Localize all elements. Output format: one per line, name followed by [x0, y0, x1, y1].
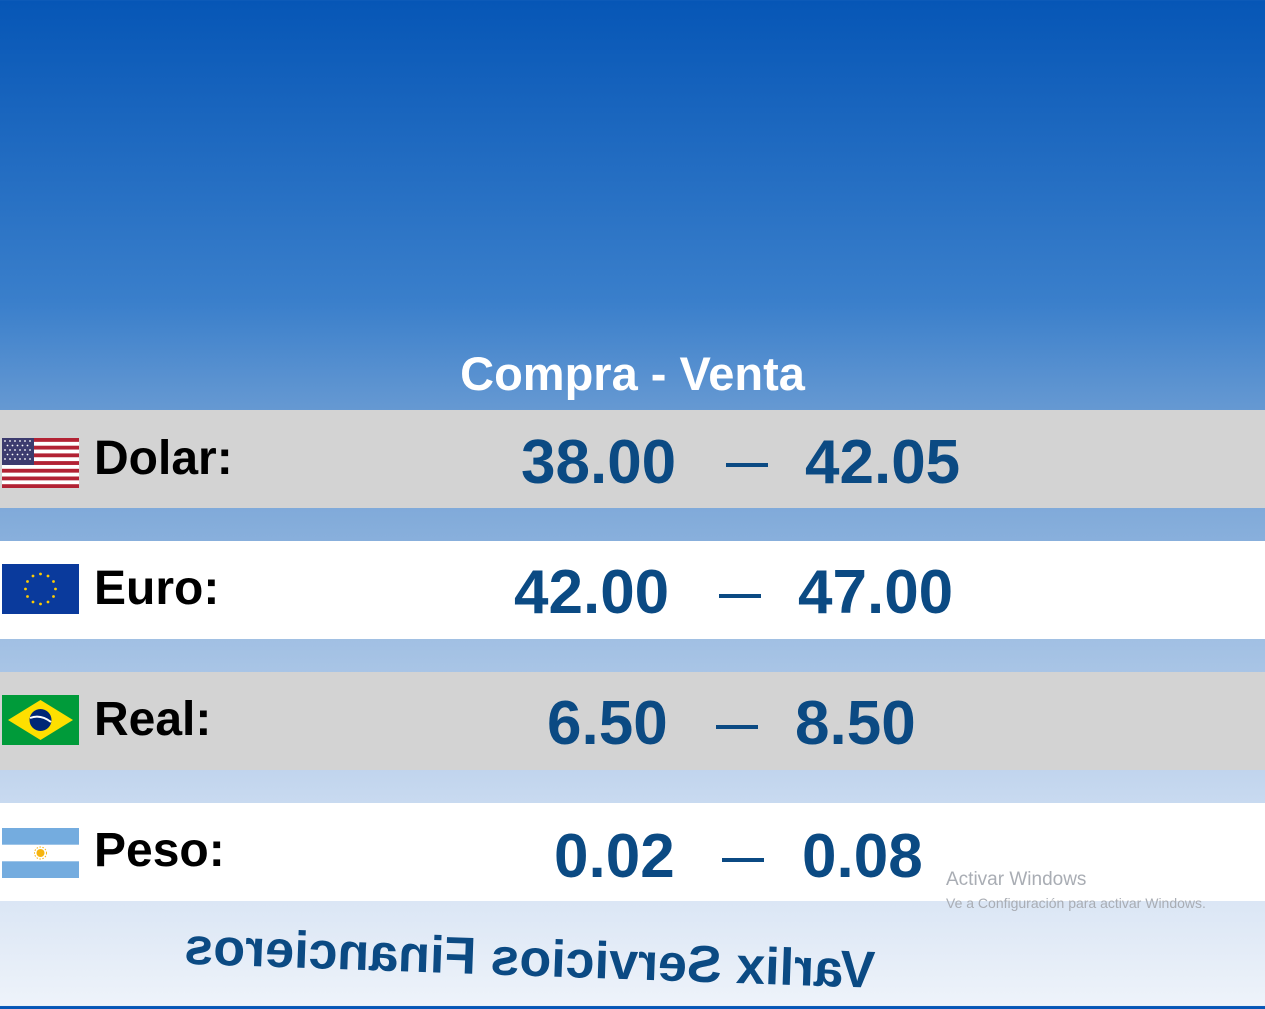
currency-label-real: Real:	[94, 693, 212, 746]
activation-watermark-subtitle: Ve a Configuración para activar Windows.	[946, 895, 1206, 911]
currency-label-peso: Peso:	[94, 824, 225, 877]
separator-dash	[726, 463, 768, 467]
venta-value-real: 8.50	[795, 689, 916, 758]
venta-value-dolar: 42.05	[805, 428, 961, 497]
separator-dash	[719, 594, 761, 598]
currency-label-dolar: Dolar:	[94, 432, 233, 485]
compra-value-peso: 0.02	[554, 822, 675, 891]
usa-flag-icon	[2, 438, 79, 488]
separator-dash	[716, 725, 758, 729]
argentina-flag-icon	[2, 828, 79, 878]
brand-name: Varlix Servicios Financieros	[183, 917, 876, 1000]
compra-value-dolar: 38.00	[521, 428, 677, 497]
rate-row-real: Real: 6.50 8.50	[0, 672, 1265, 770]
brand-footer: Varlix Servicios Financieros	[183, 917, 876, 1009]
header-title: Compra - Venta	[460, 347, 805, 400]
currency-label-euro: Euro:	[94, 562, 220, 615]
compra-value-real: 6.50	[547, 689, 668, 758]
rate-row-euro: Euro: 42.00 47.00	[0, 541, 1265, 639]
rate-row-dolar: Dolar: 38.00 42.05	[0, 410, 1265, 508]
activation-watermark-title: Activar Windows	[946, 869, 1087, 890]
venta-value-euro: 47.00	[798, 558, 954, 627]
venta-value-peso: 0.08	[802, 822, 923, 891]
brazil-flag-icon	[2, 695, 79, 745]
separator-dash	[722, 858, 764, 862]
eu-flag-icon	[2, 564, 79, 614]
compra-value-euro: 42.00	[514, 558, 670, 627]
